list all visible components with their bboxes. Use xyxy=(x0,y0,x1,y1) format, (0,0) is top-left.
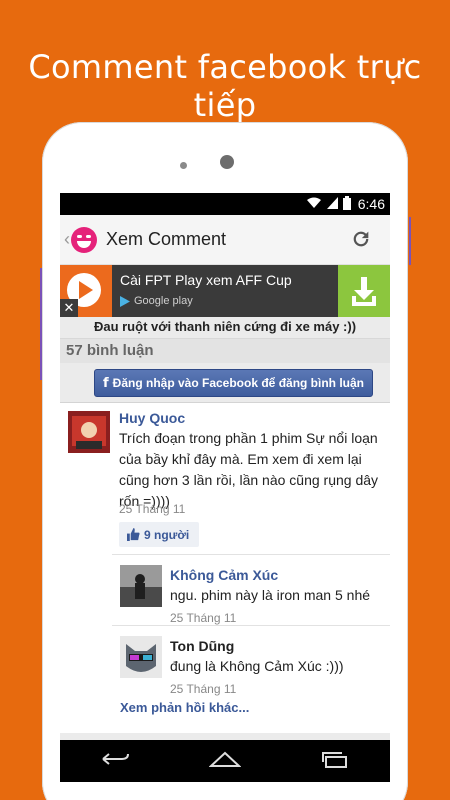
frame-edge-right xyxy=(409,217,411,265)
avatar[interactable] xyxy=(120,565,162,607)
facebook-login-button[interactable]: f Đăng nhập vào Facebook để đăng bình lu… xyxy=(94,369,373,397)
login-area: f Đăng nhập vào Facebook để đăng bình lu… xyxy=(60,363,390,403)
phone-sensor xyxy=(180,162,187,169)
reply-date: 25 Tháng 11 xyxy=(170,611,237,625)
status-time: 6:46 xyxy=(357,196,385,212)
divider xyxy=(112,554,390,555)
reply-author[interactable]: Ton Dũng xyxy=(170,638,234,654)
chevron-left-icon[interactable]: ‹ xyxy=(64,229,70,250)
more-replies-link[interactable]: Xem phản hồi khác... xyxy=(120,700,249,715)
reply-author[interactable]: Không Cảm Xúc xyxy=(170,567,278,583)
back-icon[interactable] xyxy=(100,750,130,773)
promo-title: Comment facebook trực tiếp xyxy=(28,48,422,124)
reply-text: ngu. phim này là iron man 5 nhé xyxy=(170,587,371,603)
like-count: 9 người xyxy=(144,527,190,542)
post-title: Đau ruột với thanh niên cứng đi xe máy :… xyxy=(60,317,390,339)
wifi-icon xyxy=(306,197,322,212)
status-bar: 6:46 xyxy=(60,193,390,215)
app-logo-icon[interactable] xyxy=(71,226,97,253)
recents-icon[interactable] xyxy=(320,750,350,773)
ad-text: Cài FPT Play xem AFF Cup xyxy=(120,272,292,288)
ad-banner[interactable]: ✕ Cài FPT Play xem AFF Cup Google play xyxy=(60,265,390,317)
comment-author[interactable]: Huy Quoc xyxy=(119,410,185,426)
signal-icon xyxy=(326,196,338,212)
comment-count: 57 bình luận xyxy=(60,339,390,363)
comments-panel: Đau ruột với thanh niên cứng đi xe máy :… xyxy=(60,317,390,733)
app-bar: ‹ Xem Comment xyxy=(60,215,390,265)
comment-text: Trích đoạn trong phần 1 phim Sự nổi loạn… xyxy=(119,430,379,509)
ad-close-icon[interactable]: ✕ xyxy=(60,299,78,317)
comment-date: 25 Tháng 11 xyxy=(119,502,186,516)
ad-store-badge: Google play xyxy=(120,295,193,307)
reply-date: 25 Tháng 11 xyxy=(170,682,237,696)
google-play-icon xyxy=(120,295,130,307)
facebook-login-label: Đăng nhập vào Facebook để đăng bình luận xyxy=(112,376,365,390)
reply-text: đung là Không Cảm Xúc :))) xyxy=(170,658,344,674)
facebook-icon: f xyxy=(103,375,109,391)
thumbs-up-icon xyxy=(127,528,140,541)
divider xyxy=(112,625,390,626)
ad-store-label: Google play xyxy=(134,295,193,307)
download-icon[interactable] xyxy=(338,265,390,317)
avatar[interactable] xyxy=(120,636,162,678)
app-screen: 6:46 ‹ Xem Comment ✕ Cài FPT Play xem AF… xyxy=(60,193,390,782)
comment-list: Huy Quoc Trích đoạn trong phần 1 phim Sự… xyxy=(60,403,390,733)
phone-camera xyxy=(220,155,234,169)
app-title: Xem Comment xyxy=(106,229,227,249)
frame-edge-left xyxy=(40,268,42,380)
refresh-icon[interactable] xyxy=(350,228,372,255)
system-nav-bar xyxy=(60,740,390,782)
like-count-button[interactable]: 9 người xyxy=(119,522,199,547)
home-icon[interactable] xyxy=(208,750,242,773)
avatar[interactable] xyxy=(68,411,110,453)
battery-icon xyxy=(342,195,351,213)
